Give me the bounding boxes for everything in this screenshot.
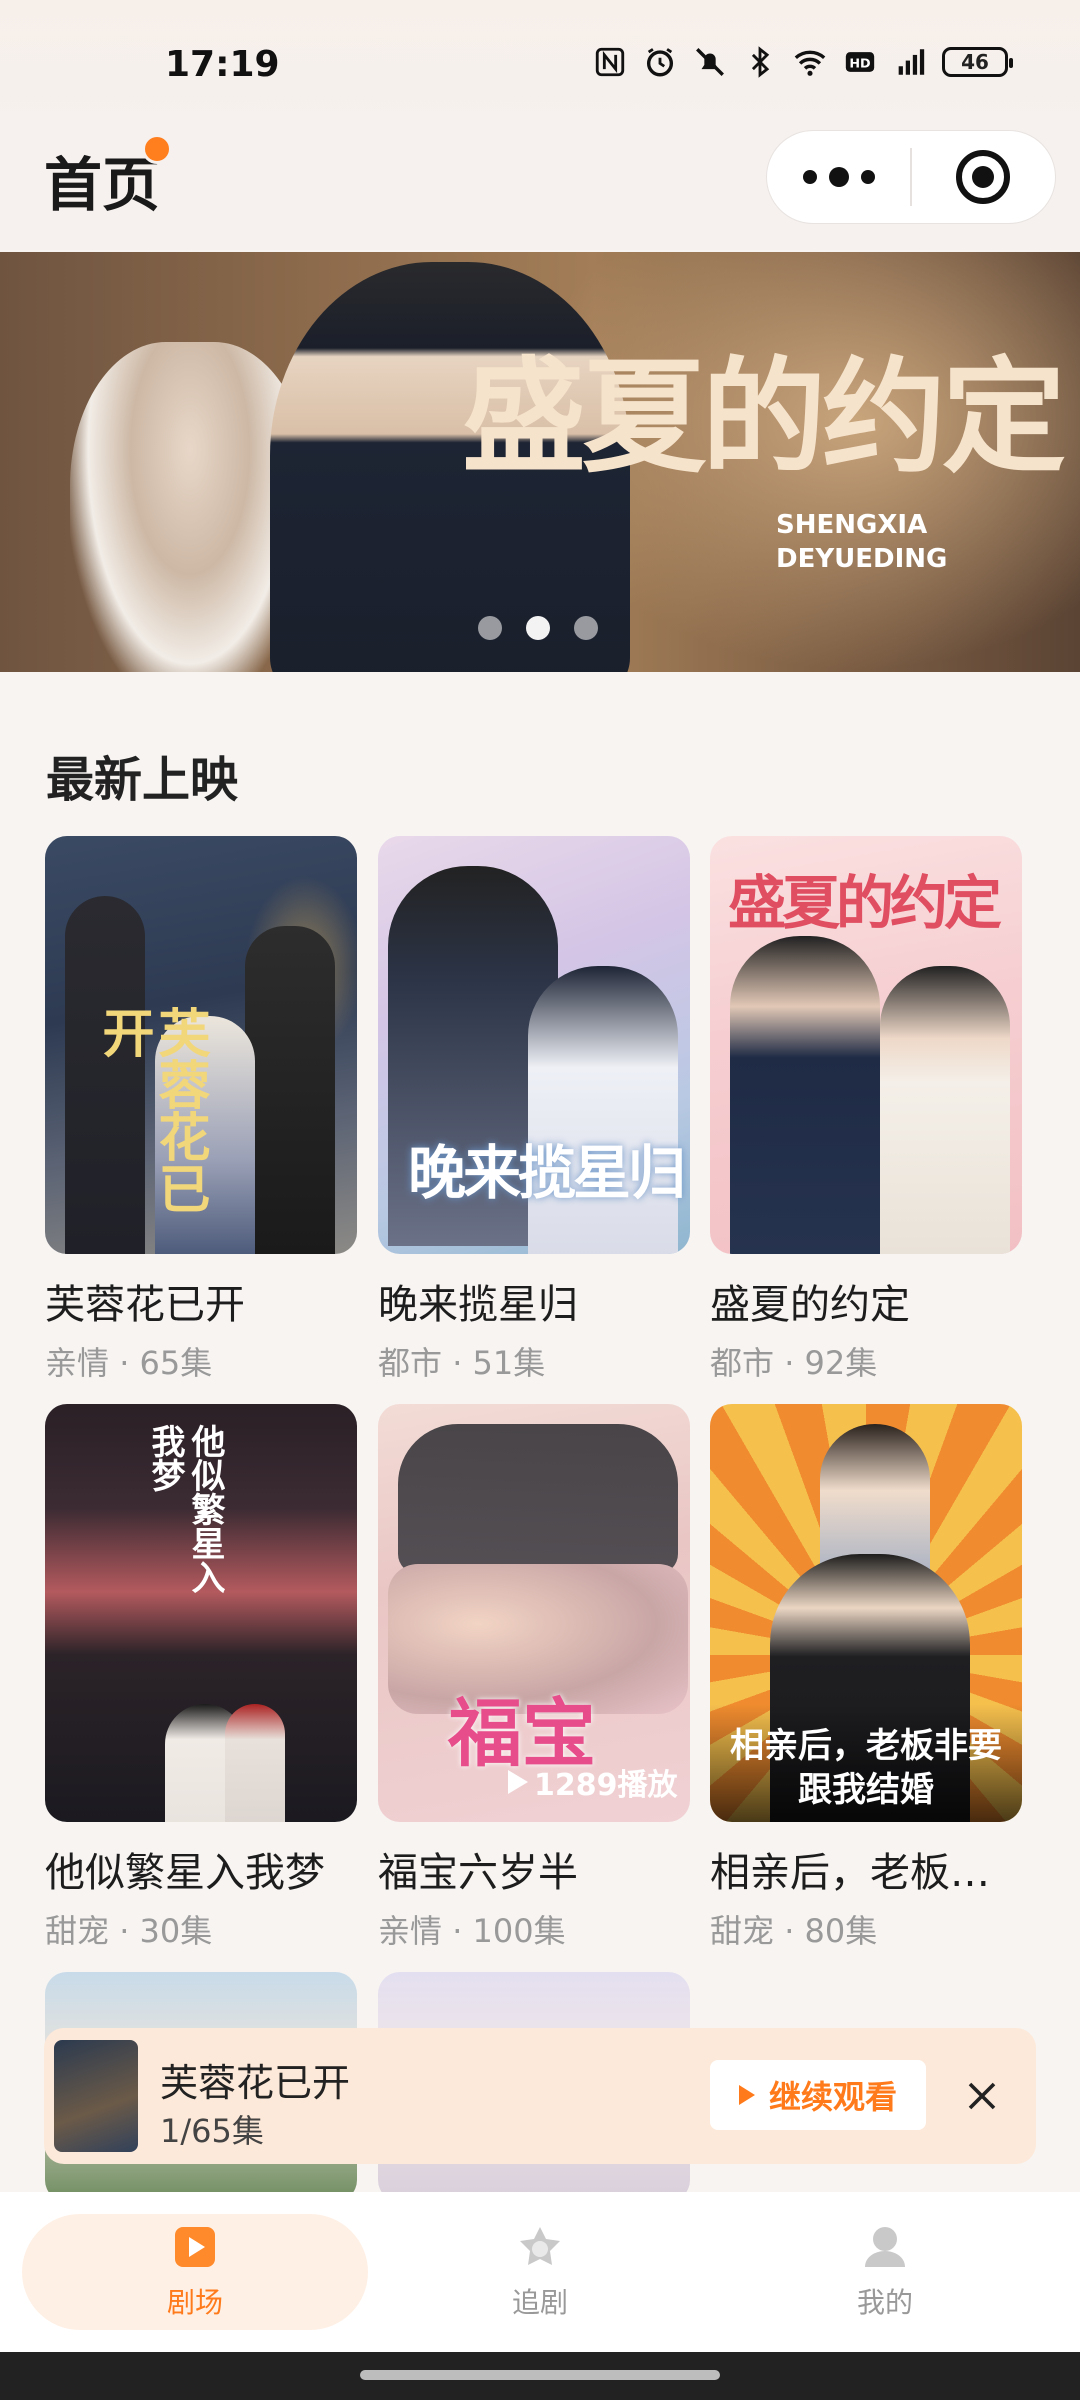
banner-subtitle: SHENGXIA DEYUEDING	[776, 510, 948, 574]
drama-name: 相亲后，老板…	[710, 1850, 990, 1896]
signal-icon	[892, 44, 928, 80]
drama-meta: 亲情 · 65集	[45, 1344, 213, 1382]
play-icon	[738, 2085, 755, 2105]
svg-text:HD: HD	[849, 57, 870, 72]
close-miniapp-button[interactable]	[912, 130, 1055, 224]
tab-label: 追剧	[511, 2286, 568, 2319]
drama-poster[interactable]: 盛夏的约定	[710, 836, 1022, 1254]
status-bar: 17:19 HD 46	[0, 0, 1080, 130]
drama-meta: 亲情 · 100集	[378, 1912, 566, 1950]
drama-card[interactable]: 相亲后，老板非要跟我结婚 相亲后，老板… 甜宠 · 80集	[710, 1404, 1022, 1952]
more-button[interactable]	[767, 130, 910, 224]
tab-theater[interactable]: 剧场	[22, 2214, 368, 2330]
hd-icon: HD	[842, 44, 878, 80]
nfc-icon	[592, 44, 628, 80]
system-nav-bar	[0, 2352, 1080, 2400]
drama-name: 盛夏的约定	[710, 1282, 910, 1328]
close-icon[interactable]	[954, 2068, 1010, 2124]
drama-name: 福宝六岁半	[378, 1850, 578, 1896]
drama-meta: 甜宠 · 30集	[45, 1912, 213, 1950]
drama-meta: 都市 · 51集	[378, 1344, 546, 1382]
user-icon	[865, 2227, 905, 2267]
tab-label: 剧场	[166, 2286, 223, 2319]
poster-title: 晚来揽星归	[408, 1139, 686, 1207]
poster-title: 他似繁星入我梦	[145, 1424, 225, 1594]
miniapp-capsule	[766, 130, 1056, 224]
poster-title: 芙蓉花已开	[93, 1006, 210, 1214]
tab-profile[interactable]: 我的	[712, 2214, 1058, 2330]
star-icon	[520, 2227, 560, 2265]
play-icon	[508, 1770, 528, 1794]
drama-card[interactable]: 福宝 1289播放 福宝六岁半 亲情 · 100集	[378, 1404, 690, 1952]
bluetooth-icon	[742, 44, 778, 80]
more-dot-icon	[802, 170, 817, 184]
drama-poster[interactable]: 福宝 1289播放	[378, 1404, 690, 1822]
drama-name: 晚来揽星归	[378, 1282, 578, 1328]
banner-title: 盛夏的约定	[462, 345, 1066, 490]
drama-meta: 甜宠 · 80集	[710, 1912, 878, 1950]
play-count: 1289播放	[508, 1760, 678, 1804]
drama-card[interactable]: 晚来揽星归 晚来揽星归 都市 · 51集	[378, 836, 690, 1384]
continue-watching-button[interactable]: 继续观看	[710, 2060, 926, 2130]
target-icon	[956, 150, 1011, 204]
status-icons: HD 46	[592, 44, 1013, 80]
drama-name: 芙蓉花已开	[45, 1282, 245, 1328]
continue-name: 芙蓉花已开	[160, 2061, 351, 2105]
continue-watching-bar[interactable]: 芙蓉花已开 1/65集 继续观看	[44, 2028, 1036, 2164]
bottom-tab-bar: 剧场 追剧 我的	[0, 2192, 1080, 2352]
home-indicator[interactable]	[360, 2370, 720, 2380]
drama-meta: 都市 · 92集	[710, 1344, 878, 1382]
drama-card[interactable]: 他似繁星入我梦 他似繁星入我梦 甜宠 · 30集	[45, 1404, 357, 1952]
continue-progress: 1/65集	[160, 2112, 264, 2150]
header: 首页	[0, 130, 1080, 250]
drama-card[interactable]: 盛夏的约定 盛夏的约定 都市 · 92集	[710, 836, 1022, 1384]
drama-card[interactable]: 芙蓉花已开 芙蓉花已开 亲情 · 65集	[45, 836, 357, 1384]
notification-dot	[142, 134, 172, 164]
drama-poster[interactable]: 芙蓉花已开	[45, 836, 357, 1254]
drama-poster[interactable]: 相亲后，老板非要跟我结婚	[710, 1404, 1022, 1822]
drama-poster[interactable]: 他似繁星入我梦	[45, 1404, 357, 1822]
more-dot-icon	[860, 170, 875, 184]
hero-banner[interactable]: 盛夏的约定 SHENGXIA DEYUEDING	[0, 252, 1080, 672]
drama-name: 他似繁星入我梦	[45, 1850, 325, 1896]
battery-icon: 46	[942, 47, 1013, 77]
status-time: 17:19	[165, 44, 280, 85]
tab-following[interactable]: 追剧	[367, 2214, 713, 2330]
more-dot-icon	[828, 167, 849, 187]
banner-pagination	[478, 616, 598, 640]
continue-thumbnail	[54, 2040, 138, 2152]
play-icon	[175, 2227, 215, 2267]
wifi-icon	[792, 44, 828, 80]
banner-dot[interactable]	[478, 616, 502, 640]
banner-dot[interactable]	[574, 616, 598, 640]
tab-label: 我的	[856, 2286, 913, 2319]
section-title: 最新上映	[46, 752, 239, 808]
alarm-icon	[642, 44, 678, 80]
poster-title: 相亲后，老板非要跟我结婚	[730, 1726, 1002, 1810]
mute-icon	[692, 44, 728, 80]
drama-poster[interactable]: 晚来揽星归	[378, 836, 690, 1254]
banner-dot-active[interactable]	[526, 616, 550, 640]
poster-title: 盛夏的约定	[728, 869, 1002, 937]
